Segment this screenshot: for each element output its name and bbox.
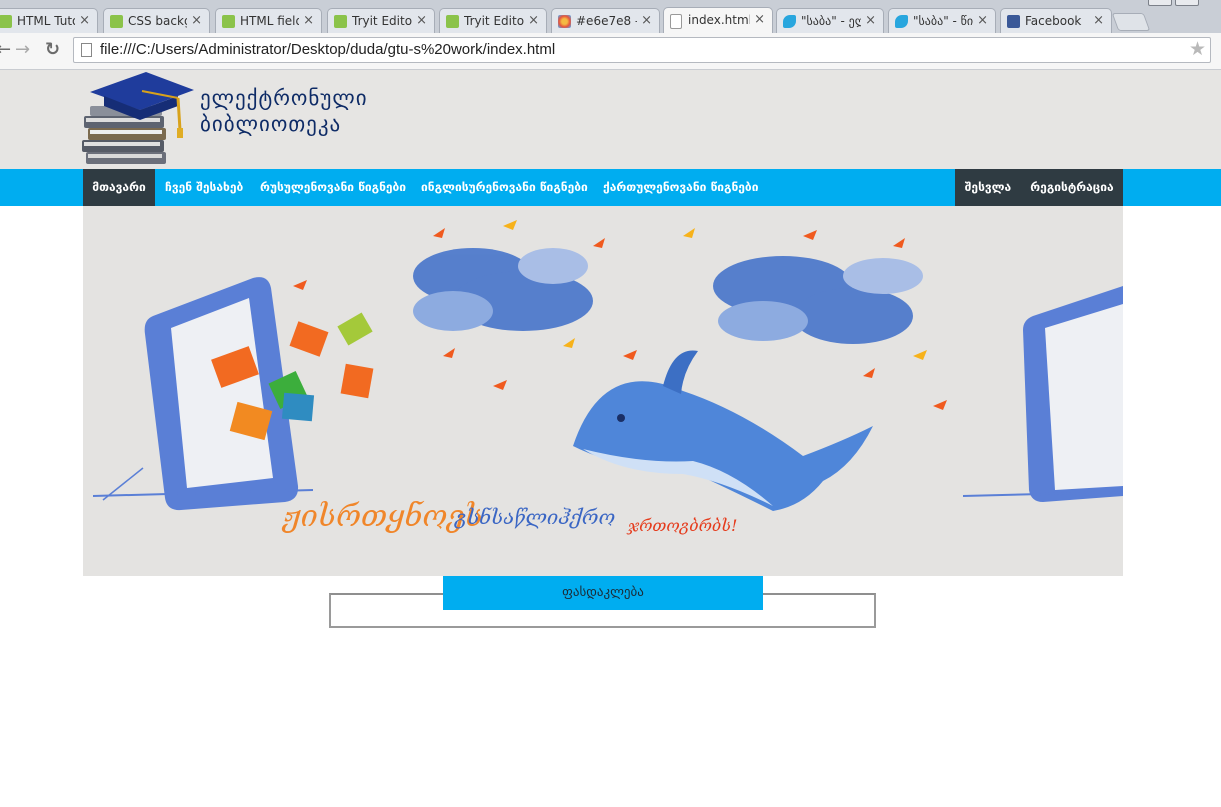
browser-tab[interactable]: HTML field ×: [215, 8, 322, 33]
close-tab-icon[interactable]: ×: [1093, 13, 1104, 28]
w3schools-icon: [222, 15, 235, 28]
browser-tab[interactable]: "საბა" - წიგ ×: [888, 8, 996, 33]
page-icon: [670, 14, 682, 29]
banner-illustration: ჟისრთყნოეს გსნსაწლიჰქრო ჯრთოგბრბს!: [92, 220, 1123, 535]
nav-item-english-books[interactable]: ინგლისურენოვანი წიგნები: [421, 169, 588, 206]
close-tab-icon[interactable]: ×: [865, 13, 876, 28]
palette-icon: [558, 15, 571, 28]
banner-slogan-part-2: გსნსაწლიჰქრო: [454, 505, 615, 529]
address-bar[interactable]: file:///C:/Users/Administrator/Desktop/d…: [73, 37, 1211, 63]
site-title-line-1: ელექტრონული: [200, 86, 368, 110]
window-minimize-button[interactable]: [1148, 0, 1172, 6]
browser-toolbar: ← → ↻ file:///C:/Users/Administrator/Des…: [0, 33, 1221, 70]
browser-tab[interactable]: HTML Tuto ×: [0, 8, 98, 33]
new-tab-button[interactable]: [1111, 13, 1151, 31]
browser-tab[interactable]: #e6e7e8 — ×: [551, 8, 660, 33]
page-icon: [81, 43, 92, 57]
saba-icon: [895, 15, 908, 28]
nav-item-login[interactable]: შესვლა: [955, 169, 1021, 206]
cloud-illustration-left: [413, 248, 593, 331]
w3schools-icon: [0, 15, 12, 28]
main-navbar: მთავარი ჩვენ შესახებ რუსულენოვანი წიგნებ…: [0, 169, 1221, 206]
close-tab-icon[interactable]: ×: [416, 13, 427, 28]
cloud-illustration-right: [713, 256, 923, 344]
back-icon[interactable]: ←: [0, 39, 11, 60]
nav-item-register[interactable]: რეგისტრაცია: [1021, 169, 1123, 206]
browser-tab[interactable]: "საბა" - ელ ×: [776, 8, 884, 33]
w3schools-icon: [446, 15, 459, 28]
nav-item-home[interactable]: მთავარი: [83, 169, 155, 206]
browser-tab-strip: HTML Tuto × CSS backgr × HTML field × Tr…: [0, 0, 1221, 33]
browser-tab[interactable]: Facebook ×: [1000, 8, 1112, 33]
close-tab-icon[interactable]: ×: [528, 13, 539, 28]
close-tab-icon[interactable]: ×: [191, 13, 202, 28]
bookmark-star-icon[interactable]: ★: [1189, 38, 1206, 60]
close-tab-icon[interactable]: ×: [977, 13, 988, 28]
browser-tab[interactable]: Tryit Editor ×: [439, 8, 547, 33]
nav-item-russian-books[interactable]: რუსულენოვანი წიგნები: [260, 169, 406, 206]
site-title-line-2: ბიბლიოთეკა: [200, 112, 342, 136]
tablet-illustration-right: [962, 286, 1123, 502]
url-text[interactable]: file:///C:/Users/Administrator/Desktop/d…: [100, 41, 555, 58]
close-tab-icon[interactable]: ×: [641, 13, 652, 28]
site-title[interactable]: ელექტრონული ბიბლიოთეკა: [200, 85, 368, 137]
browser-tab[interactable]: Tryit Editor ×: [327, 8, 435, 33]
reload-icon[interactable]: ↻: [45, 39, 60, 60]
forward-icon[interactable]: →: [15, 39, 30, 60]
nav-item-about[interactable]: ჩვენ შესახებ: [165, 169, 243, 206]
books-graduation-cap-logo[interactable]: [82, 70, 194, 168]
nav-item-georgian-books[interactable]: ქართულენოვანი წიგნები: [603, 169, 758, 206]
site-header: ელექტრონული ბიბლიოთეკა: [0, 70, 1221, 169]
browser-tab-active[interactable]: index.html ×: [663, 7, 773, 33]
window-maximize-button[interactable]: [1175, 0, 1199, 6]
close-tab-icon[interactable]: ×: [754, 12, 765, 27]
saba-icon: [783, 15, 796, 28]
browser-tab[interactable]: CSS backgr ×: [103, 8, 210, 33]
close-tab-icon[interactable]: ×: [303, 13, 314, 28]
hero-banner: ჟისრთყნოეს გსნსაწლიჰქრო ჯრთოგბრბს!: [83, 206, 1123, 576]
banner-slogan-part-1: ჟისრთყნოეს: [281, 499, 483, 534]
discount-legend[interactable]: ფასდაკლება: [443, 576, 763, 610]
close-tab-icon[interactable]: ×: [79, 13, 90, 28]
banner-slogan-part-3: ჯრთოგბრბს!: [626, 516, 737, 535]
facebook-icon: [1007, 15, 1020, 28]
w3schools-icon: [334, 15, 347, 28]
w3schools-icon: [110, 15, 123, 28]
dolphin-illustration: [573, 350, 873, 511]
